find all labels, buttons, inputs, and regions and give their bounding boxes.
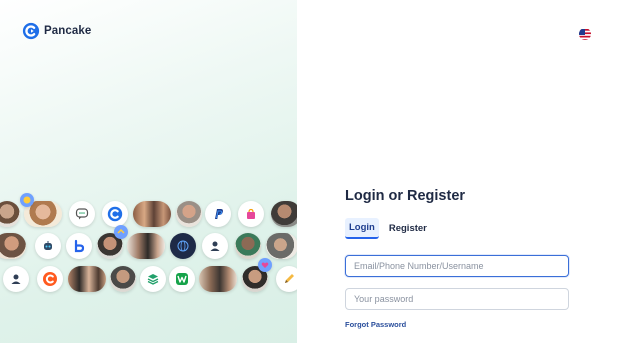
c-app-icon	[37, 266, 63, 292]
chat-bubble-icon	[69, 201, 95, 227]
user-photo	[176, 201, 202, 227]
group-photo	[127, 233, 165, 259]
user-avatar-icon	[3, 266, 29, 292]
forgot-password-link[interactable]: Forgot Password	[345, 320, 406, 329]
group-photo	[199, 266, 237, 292]
pencil-icon	[276, 266, 297, 292]
login-panel: Login or Register Login Register Forgot …	[297, 0, 620, 343]
tab-login[interactable]: Login	[345, 218, 379, 239]
pancake-logo-icon	[22, 22, 40, 40]
robot-icon	[35, 233, 61, 259]
user-photo	[0, 201, 20, 227]
group-photo	[133, 201, 171, 227]
user-photo	[110, 266, 136, 292]
brand: Pancake	[22, 22, 91, 40]
stack-app-icon	[140, 266, 166, 292]
login-title: Login or Register	[345, 188, 466, 204]
user-avatar-icon	[202, 233, 228, 259]
user-photo	[0, 233, 26, 259]
left-panel: Pancake	[0, 0, 297, 343]
reaction-badge-icon	[20, 193, 34, 207]
reaction-badge-icon	[114, 225, 128, 239]
user-photo	[235, 233, 261, 259]
auth-tabs: Login Register	[345, 218, 431, 239]
globe-app-icon	[170, 233, 196, 259]
shopping-bag-icon	[238, 201, 264, 227]
reaction-badge-icon	[258, 258, 272, 272]
us-flag-icon[interactable]	[579, 28, 591, 40]
group-photo	[68, 266, 106, 292]
tab-register[interactable]: Register	[385, 219, 431, 238]
user-photo	[271, 201, 297, 227]
password-input[interactable]	[345, 288, 569, 310]
pancake-app-icon	[102, 201, 128, 227]
b-app-icon	[66, 233, 92, 259]
paypal-icon	[205, 201, 231, 227]
w-app-icon	[169, 266, 195, 292]
user-photo	[266, 233, 297, 259]
username-input[interactable]	[345, 255, 569, 277]
brand-name: Pancake	[44, 25, 92, 37]
